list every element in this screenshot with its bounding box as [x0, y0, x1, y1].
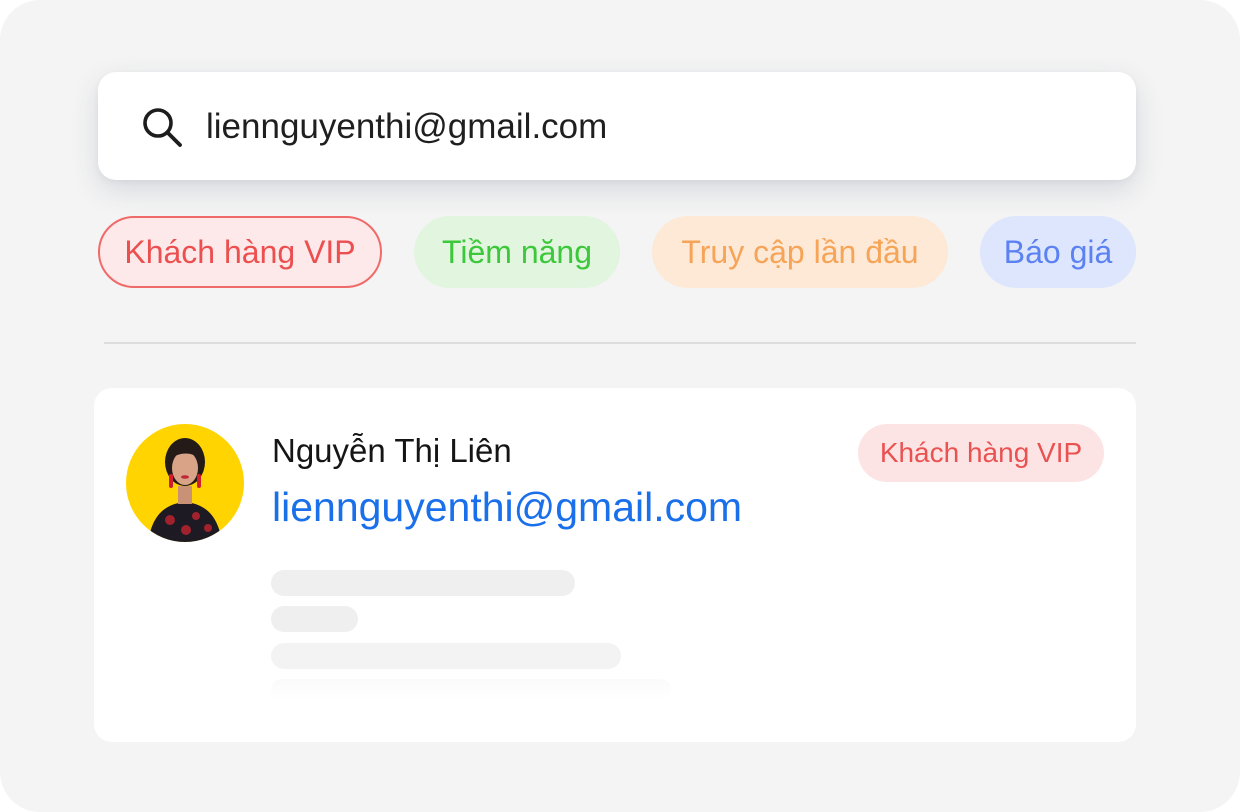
- tag-chip-quote[interactable]: Báo giá: [980, 216, 1136, 288]
- tag-chip-first-visit[interactable]: Truy cập lần đầu: [652, 216, 948, 288]
- skeleton-line: [271, 570, 575, 596]
- contact-name: Nguyễn Thị Liên: [272, 432, 512, 469]
- skeleton-line: [271, 643, 621, 669]
- divider: [104, 342, 1136, 344]
- search-icon: [143, 108, 182, 147]
- avatar: [126, 424, 244, 542]
- tag-chip-vip[interactable]: Khách hàng VIP: [98, 216, 382, 288]
- skeleton-line: [271, 606, 358, 632]
- contact-email[interactable]: liennguyenthi@gmail.com: [272, 484, 742, 531]
- status-badge: Khách hàng VIP: [858, 424, 1104, 482]
- search-input[interactable]: [206, 100, 1086, 154]
- tag-chip-potential[interactable]: Tiềm năng: [414, 216, 620, 288]
- skeleton-line: [271, 679, 671, 701]
